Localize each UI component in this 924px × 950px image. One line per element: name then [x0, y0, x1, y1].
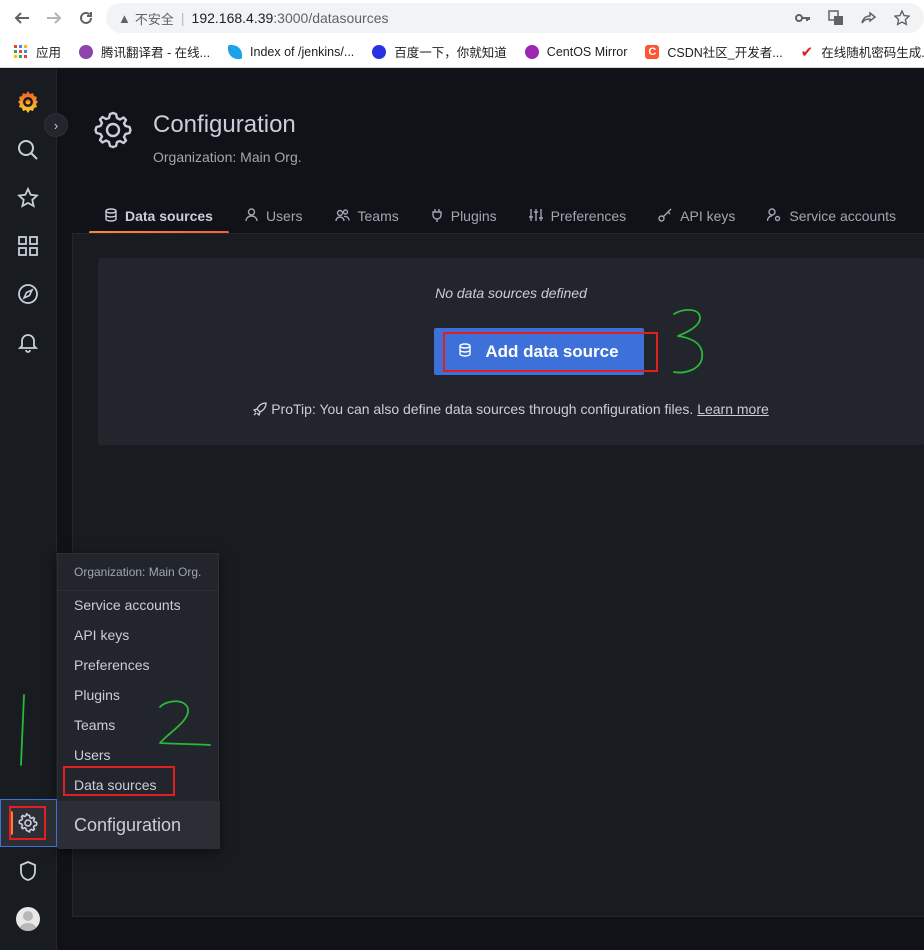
highlight-box-data-sources	[63, 766, 175, 796]
annotation-mark-1	[20, 694, 25, 766]
menu-item-api-keys[interactable]: API keys	[74, 627, 129, 643]
star-icon[interactable]	[14, 184, 42, 212]
expand-nav-button[interactable]: ›	[44, 113, 68, 137]
rocket-icon	[252, 402, 267, 417]
tab-label: Teams	[357, 208, 399, 224]
tab-teams[interactable]: Teams	[319, 199, 415, 233]
flyout-footer-configuration[interactable]: Configuration	[58, 801, 220, 849]
database-icon	[105, 207, 117, 225]
tab-preferences[interactable]: Preferences	[513, 199, 642, 233]
url-path: :3000/datasources	[273, 10, 389, 26]
tab-label: Data sources	[125, 208, 213, 224]
sliders-icon	[528, 208, 543, 225]
tab-label: Plugins	[450, 208, 497, 224]
tab-label: Users	[265, 208, 303, 224]
key-icon[interactable]	[795, 11, 811, 25]
page-subtitle: Organization: Main Org.	[153, 149, 302, 165]
user-icon	[245, 207, 258, 225]
insecure-label: 不安全	[134, 11, 174, 27]
bookmark-label: 腾讯翻译君 - 在线...	[101, 46, 211, 60]
browser-toolbar: ▲ 不安全 | 192.168.4.39 :3000/datasources	[0, 0, 924, 36]
menu-item-teams[interactable]: Teams	[74, 717, 115, 733]
flyout-header: Organization: Main Org.	[74, 565, 202, 579]
bookmark-label: CSDN社区_开发者...	[667, 46, 783, 60]
tencent-translate-icon	[79, 44, 94, 59]
protip: ProTip: You can also define data sources…	[98, 401, 924, 417]
dashboards-grid-icon[interactable]	[14, 232, 42, 260]
tab-api-keys[interactable]: API keys	[642, 199, 751, 233]
tab-label: Service accounts	[789, 208, 896, 224]
highlight-box-configuration	[9, 806, 46, 840]
tab-data-sources[interactable]: Data sources	[89, 199, 229, 234]
tab-label: Preferences	[550, 208, 627, 224]
highlight-box-add-data-source	[443, 332, 658, 372]
protip-text: ProTip: You can also define data sources…	[271, 401, 694, 417]
bookmarks-bar: 应用 腾讯翻译君 - 在线... Index of /jenkins/... 百…	[0, 36, 924, 68]
bookmark-label: 在线随机密码生成...	[821, 46, 924, 60]
arrow-right-icon	[47, 12, 62, 24]
menu-item-users[interactable]: Users	[74, 747, 111, 763]
baidu-paw-icon	[372, 44, 387, 59]
annotation-mark-3	[673, 309, 704, 374]
grafana-logo-icon[interactable]	[14, 88, 42, 116]
bookmark-tencent-translate[interactable]: 腾讯翻译君 - 在线...	[79, 42, 210, 61]
menu-item-service-accounts[interactable]: Service accounts	[74, 597, 181, 613]
tab-service-accounts[interactable]: Service accounts	[751, 199, 912, 233]
plug-icon	[431, 208, 443, 225]
bookmark-apps[interactable]: 应用	[14, 42, 61, 61]
empty-state-title: No data sources defined	[435, 285, 587, 301]
user-cog-icon	[767, 207, 781, 225]
shield-icon[interactable]	[14, 857, 42, 885]
tab-users[interactable]: Users	[229, 199, 319, 233]
csdn-icon: C	[645, 44, 660, 59]
apps-grid-icon	[14, 44, 27, 58]
tab-plugins[interactable]: Plugins	[415, 199, 513, 233]
annotation-mark-2	[159, 700, 211, 746]
bookmark-label: 应用	[36, 46, 62, 60]
url-field[interactable]: ▲ 不安全 | 192.168.4.39 :3000/datasources	[106, 3, 924, 33]
menu-item-plugins[interactable]: Plugins	[74, 687, 120, 703]
jenkins-bird-icon	[228, 44, 243, 59]
bell-icon[interactable]	[14, 328, 42, 356]
bookmark-password-gen[interactable]: ✔ 在线随机密码生成...	[801, 42, 924, 61]
flyout-divider	[58, 590, 218, 591]
bookmark-centos[interactable]: CentOS Mirror	[524, 44, 628, 59]
page-header-icon	[92, 109, 134, 156]
forward-button[interactable]	[38, 0, 70, 36]
search-icon[interactable]	[14, 136, 42, 164]
users-icon	[334, 208, 350, 225]
bookmark-label: 百度一下，你就知道	[394, 46, 507, 60]
bookmark-baidu[interactable]: 百度一下，你就知道	[372, 42, 507, 61]
reload-button[interactable]	[70, 0, 102, 36]
arrow-left-icon	[14, 12, 29, 24]
tab-label: API keys	[680, 208, 736, 224]
chevron-right-icon: ›	[53, 117, 59, 133]
translate-icon[interactable]	[828, 10, 844, 26]
url-host: 192.168.4.39	[191, 10, 274, 26]
share-icon[interactable]	[861, 10, 877, 26]
url-separator: |	[180, 10, 185, 26]
star-icon[interactable]	[894, 10, 910, 26]
cog-icon	[94, 111, 132, 149]
bookmark-label: Index of /jenkins/...	[250, 44, 355, 59]
back-button[interactable]	[6, 0, 38, 36]
key-icon	[658, 208, 672, 225]
learn-more-link[interactable]: Learn more	[697, 401, 769, 417]
centos-icon	[524, 44, 539, 59]
user-avatar[interactable]	[16, 907, 40, 931]
reload-icon	[80, 11, 92, 24]
grafana-app: › Configuration Organization: Main Org. …	[0, 69, 924, 950]
menu-item-preferences[interactable]: Preferences	[74, 657, 149, 673]
bookmark-csdn[interactable]: C CSDN社区_开发者...	[645, 42, 783, 61]
warning-icon: ▲	[118, 10, 131, 26]
checkmark-icon: ✔	[800, 43, 814, 61]
page-title: Configuration	[153, 111, 296, 138]
bookmark-label: CentOS Mirror	[546, 44, 628, 59]
bookmark-jenkins[interactable]: Index of /jenkins/...	[228, 44, 355, 59]
compass-icon[interactable]	[14, 280, 42, 308]
config-tabs: Data sources Users Teams Plugins Prefere…	[89, 199, 912, 235]
